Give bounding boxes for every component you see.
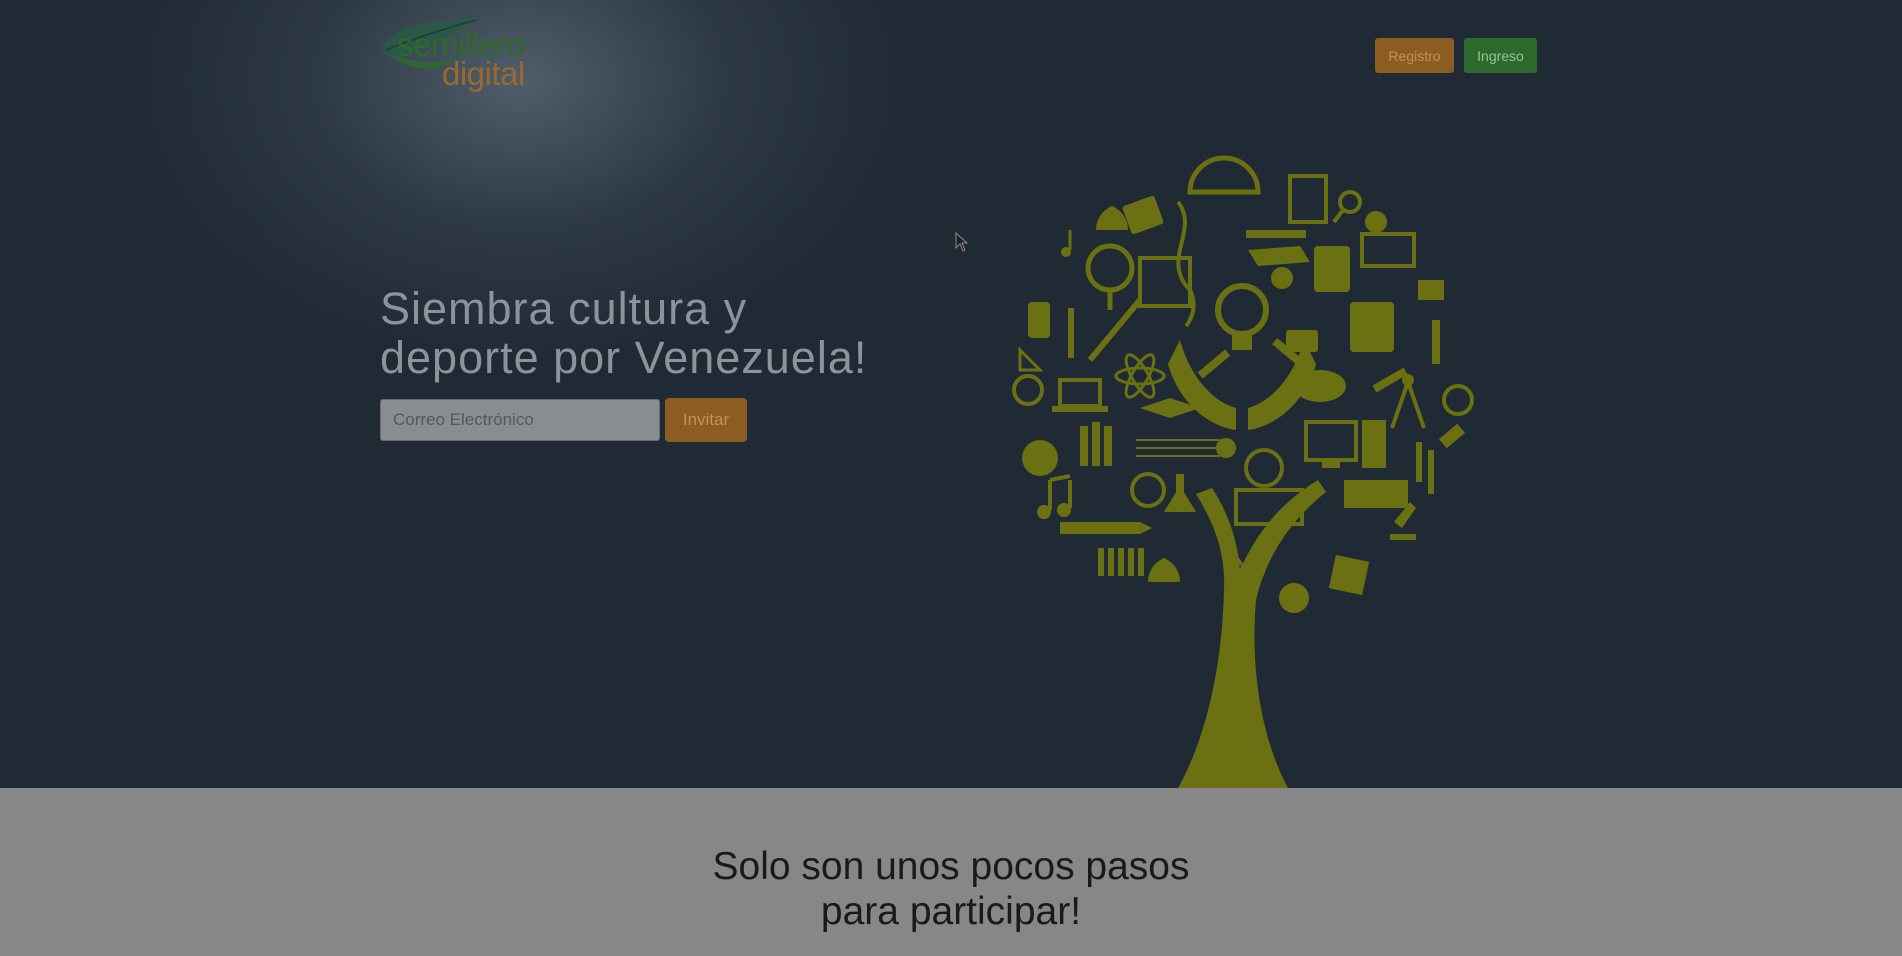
hero-headline-line1: Siembra cultura y xyxy=(380,283,748,334)
steps-title-line1: Solo son unos pocos pasos xyxy=(712,845,1190,888)
hero-headline: Siembra cultura y deporte por Venezuela! xyxy=(380,284,940,382)
ingreso-button[interactable]: Ingreso xyxy=(1464,38,1537,73)
education-tree-icon xyxy=(1012,155,1474,788)
email-input[interactable] xyxy=(380,399,660,441)
logo[interactable]: semillero digital xyxy=(380,14,540,90)
hero-headline-line2: deporte por Venezuela! xyxy=(380,332,868,383)
mouse-cursor-icon xyxy=(955,232,969,252)
landing-page: semillero digital Registro Ingreso Siemb… xyxy=(0,0,1902,956)
steps-title: Solo son unos pocos pasos para participa… xyxy=(0,844,1902,934)
registro-button[interactable]: Registro xyxy=(1375,38,1454,73)
invite-button[interactable]: Invitar xyxy=(665,398,747,442)
logo-word-digital: digital xyxy=(442,55,525,92)
steps-section: Solo son unos pocos pasos para participa… xyxy=(0,788,1902,956)
steps-title-line2: para participar! xyxy=(820,890,1082,933)
hero-section: semillero digital Registro Ingreso Siemb… xyxy=(0,0,1902,788)
